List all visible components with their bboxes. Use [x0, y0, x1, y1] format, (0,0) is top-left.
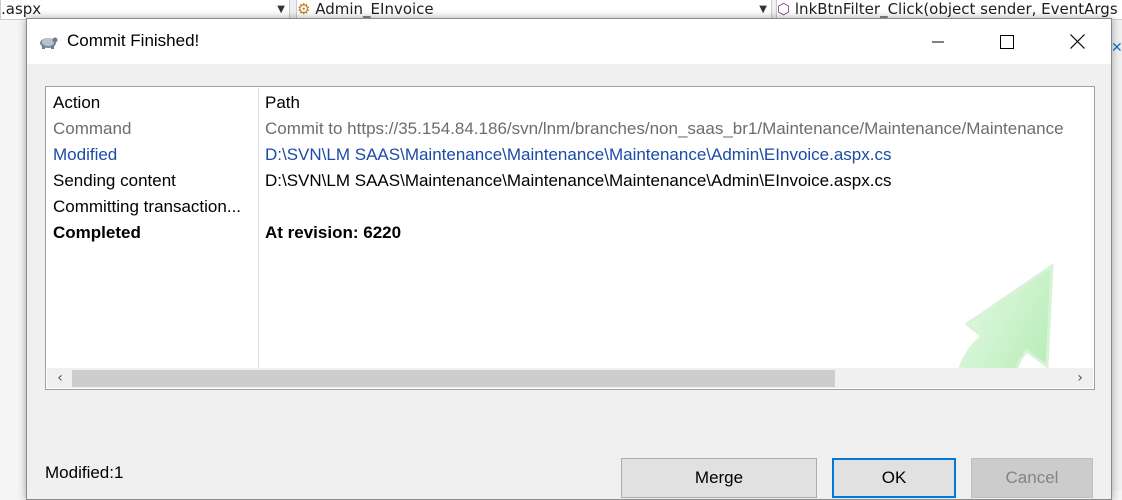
tortoise-icon	[40, 37, 58, 49]
ide-editor-margin	[0, 20, 26, 490]
row-path: At revision: 6220	[265, 223, 402, 242]
minimize-icon	[932, 41, 944, 42]
cancel-button[interactable]: Cancel	[971, 458, 1093, 498]
maximize-icon	[1000, 34, 1014, 49]
dialog-title: Commit Finished!	[67, 31, 200, 50]
commit-arrow-icon	[958, 263, 1054, 368]
maximize-button[interactable]	[984, 19, 1030, 64]
commit-log-grid: Action Path Command Commit to https://35…	[47, 88, 1093, 368]
row-path: D:\SVN\LM SAAS\Maintenance\Maintenance\M…	[265, 171, 892, 190]
class-combo[interactable]: ⚙ Admin_EInvoice ▼	[296, 0, 772, 20]
column-header-action[interactable]: Action	[53, 90, 100, 116]
scroll-left-icon[interactable]: ‹	[49, 368, 71, 388]
method-icon: ⬡	[777, 0, 791, 18]
row-path: D:\SVN\LM SAAS\Maintenance\Maintenance\M…	[265, 145, 892, 164]
close-icon	[1069, 34, 1085, 49]
member-combo-label: lnkBtnFilter_Click(object sender, EventA…	[794, 0, 1122, 18]
commit-finished-dialog: Commit Finished! Action Path Command Com…	[26, 18, 1112, 500]
scroll-right-icon[interactable]: ›	[1069, 368, 1091, 388]
modified-count: Modified:1	[45, 463, 124, 482]
ok-button[interactable]: OK	[832, 458, 956, 498]
row-action: Command	[53, 119, 132, 138]
dialog-titlebar: Commit Finished!	[27, 19, 1111, 64]
chevron-down-icon: ▼	[277, 4, 285, 15]
file-combo[interactable]: .aspx ▼	[0, 0, 290, 20]
scroll-thumb[interactable]	[72, 370, 835, 387]
horizontal-scrollbar[interactable]: ‹ ›	[47, 368, 1093, 388]
chevron-down-icon: ▼	[759, 4, 767, 15]
member-combo[interactable]: ⬡ lnkBtnFilter_Click(object sender, Even…	[776, 0, 1122, 20]
row-path: Commit to https://35.154.84.186/svn/lnm/…	[265, 119, 1064, 138]
close-icon[interactable]: ✕	[1111, 40, 1122, 56]
class-combo-label: Admin_EInvoice	[315, 0, 434, 18]
merge-button[interactable]: Merge	[621, 458, 817, 498]
row-action: Committing transaction...	[53, 197, 242, 216]
file-combo-label: .aspx	[1, 0, 42, 18]
column-separator[interactable]	[258, 88, 259, 368]
row-action: Completed	[53, 223, 141, 242]
close-button[interactable]	[1054, 19, 1100, 64]
class-icon: ⚙	[297, 0, 311, 18]
row-action: Sending content	[53, 171, 176, 190]
column-header-path[interactable]: Path	[265, 90, 300, 116]
minimize-button[interactable]	[915, 19, 961, 64]
row-action: Modified	[53, 145, 118, 164]
commit-log-list[interactable]: Action Path Command Commit to https://35…	[45, 86, 1095, 390]
